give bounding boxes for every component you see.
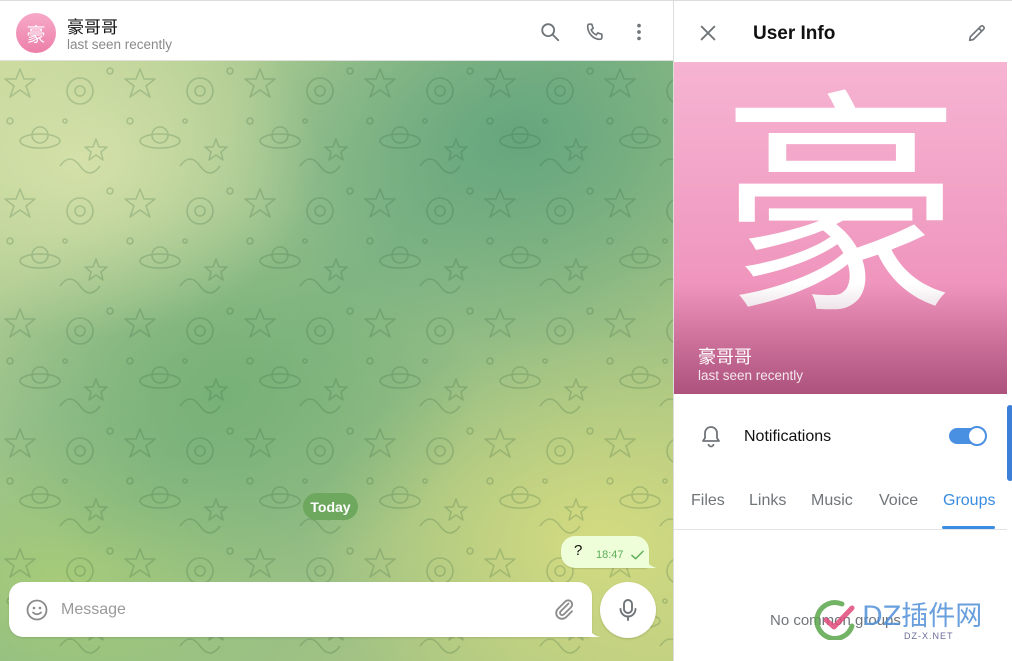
phone-icon[interactable]	[584, 21, 606, 43]
search-icon[interactable]	[539, 21, 561, 43]
pencil-icon[interactable]	[966, 22, 988, 44]
panel-title: User Info	[753, 23, 836, 44]
chat-title: 豪哥哥	[67, 18, 118, 38]
bubble-tail	[645, 556, 657, 568]
notifications-row[interactable]: Notifications	[674, 394, 1007, 478]
emoji-icon[interactable]	[25, 598, 49, 622]
date-separator: Today	[303, 493, 358, 520]
profile-name: 豪哥哥	[698, 347, 752, 368]
tab-voice[interactable]: Voice	[879, 492, 918, 510]
watermark-domain: DZ-X.NET	[904, 631, 954, 641]
tab-music[interactable]: Music	[811, 492, 853, 510]
tab-files[interactable]: Files	[691, 492, 725, 510]
chat-view: 豪 豪哥哥 last seen recently Today ? 18:47 M…	[0, 0, 673, 661]
paperclip-icon[interactable]	[552, 597, 576, 621]
scrollbar-thumb[interactable]	[1007, 405, 1012, 481]
profile-cover[interactable]: 豪 豪哥哥 last seen recently	[674, 62, 1007, 394]
microphone-icon	[619, 599, 637, 621]
bell-icon	[702, 426, 720, 448]
notifications-toggle[interactable]	[949, 426, 987, 446]
message-input[interactable]	[61, 594, 531, 626]
tab-links[interactable]: Links	[749, 492, 786, 510]
watermark: DZ插件网 DZ-X.NET	[812, 592, 1002, 644]
avatar[interactable]: 豪	[16, 13, 56, 53]
watermark-brand: DZ插件网	[862, 601, 983, 632]
active-tab-indicator	[942, 526, 995, 529]
chat-wallpaper	[0, 61, 673, 661]
close-icon[interactable]	[697, 22, 719, 44]
tab-groups[interactable]: Groups	[943, 492, 995, 510]
outgoing-message[interactable]: ? 18:47	[561, 536, 649, 568]
message-composer[interactable]	[9, 582, 592, 637]
user-info-panel: User Info 豪 豪哥哥 last seen recently Notif…	[673, 0, 1012, 661]
panel-header: User Info	[674, 1, 1012, 62]
profile-status: last seen recently	[698, 368, 804, 383]
check-icon	[631, 550, 644, 560]
more-vertical-icon[interactable]	[628, 21, 650, 43]
toggle-knob	[967, 426, 987, 446]
message-text: ?	[574, 542, 583, 559]
microphone-button[interactable]	[600, 582, 656, 638]
message-time: 18:47	[596, 549, 624, 561]
chat-status: last seen recently	[67, 37, 173, 52]
watermark-logo	[814, 600, 855, 640]
chat-header[interactable]: 豪 豪哥哥 last seen recently	[0, 0, 673, 61]
media-tabs: Files Links Music Voice Groups	[674, 478, 1007, 530]
notifications-label: Notifications	[744, 428, 832, 445]
doodle-pattern	[0, 61, 673, 661]
composer-tail	[588, 625, 600, 637]
